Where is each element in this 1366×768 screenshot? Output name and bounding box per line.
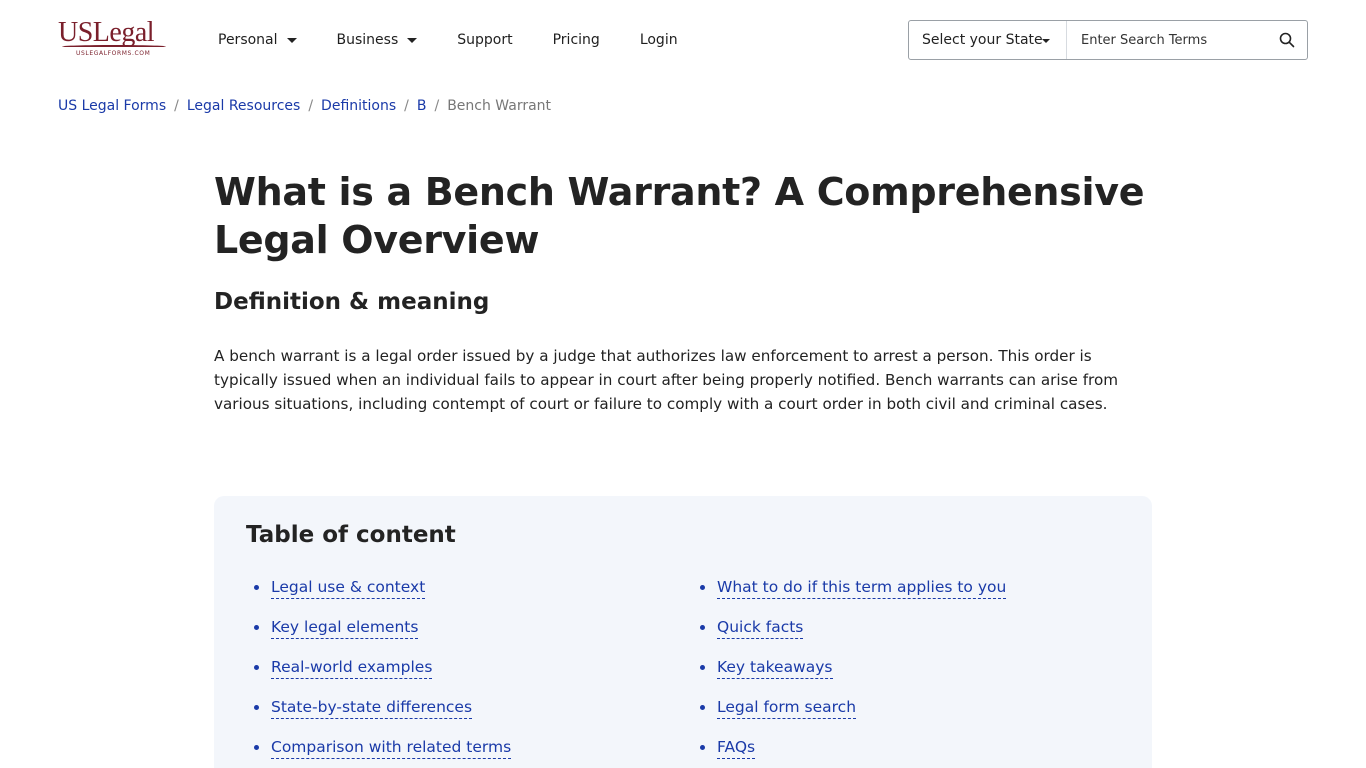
toc-column-left: Legal use & context Key legal elements R… bbox=[254, 576, 512, 768]
bullet-icon bbox=[700, 585, 705, 590]
logo-swoosh bbox=[62, 45, 166, 48]
breadcrumb-current: Bench Warrant bbox=[447, 98, 552, 114]
toc-link[interactable]: Real-world examples bbox=[271, 656, 433, 679]
list-item: Legal use & context bbox=[254, 576, 511, 616]
nav-item-support[interactable]: Support bbox=[457, 32, 512, 48]
breadcrumb-link[interactable]: US Legal Forms bbox=[58, 98, 166, 114]
list-item: Quick facts bbox=[700, 616, 1006, 656]
logo-wordmark: USLegal bbox=[58, 17, 155, 48]
list-item: FAQs bbox=[700, 736, 1006, 768]
list-item: Key legal elements bbox=[254, 616, 511, 656]
toc-link[interactable]: Legal form search bbox=[717, 696, 857, 719]
bullet-icon bbox=[700, 745, 705, 750]
list-item: Legal form search bbox=[700, 696, 1006, 736]
toc-column-right: What to do if this term applies to you Q… bbox=[700, 576, 1007, 768]
caret-down-icon bbox=[1042, 39, 1050, 43]
search-input[interactable] bbox=[1067, 21, 1267, 59]
toc-link[interactable]: Key legal elements bbox=[271, 616, 419, 639]
bullet-icon bbox=[254, 745, 259, 750]
search-bar: Select your State bbox=[908, 20, 1308, 60]
toc-link[interactable]: Comparison with related terms bbox=[271, 736, 512, 759]
section-heading: Definition & meaning bbox=[214, 289, 490, 315]
toc-link[interactable]: Quick facts bbox=[717, 616, 804, 639]
nav-item-label: Pricing bbox=[552, 32, 600, 48]
bullet-icon bbox=[700, 665, 705, 670]
breadcrumb-link[interactable]: B bbox=[417, 98, 427, 114]
bullet-icon bbox=[254, 665, 259, 670]
nav-item-business[interactable]: Business bbox=[337, 32, 418, 48]
bullet-icon bbox=[254, 585, 259, 590]
bullet-icon bbox=[254, 625, 259, 630]
nav-item-label: Login bbox=[639, 32, 678, 48]
nav-item-label: Support bbox=[457, 32, 513, 48]
nav-item-label: Personal bbox=[218, 32, 278, 48]
bullet-icon bbox=[254, 705, 259, 710]
nav-item-personal[interactable]: Personal bbox=[218, 32, 297, 48]
caret-down-icon bbox=[407, 38, 418, 43]
logo-subtext: USLEGALFORMS.COM bbox=[76, 50, 151, 57]
list-item: What to do if this term applies to you bbox=[700, 576, 1007, 616]
nav-item-label: Business bbox=[336, 32, 399, 48]
table-of-content: Table of content Legal use & context Key… bbox=[214, 496, 1152, 768]
bullet-icon bbox=[700, 625, 705, 630]
search-button[interactable] bbox=[1267, 21, 1307, 59]
site-logo[interactable]: USLegal USLEGALFORMS.COM bbox=[58, 18, 170, 62]
main-nav: Personal Business Support Pricing Login bbox=[218, 28, 718, 52]
breadcrumb-separator: / bbox=[174, 98, 179, 114]
toc-link[interactable]: State-by-state differences bbox=[271, 696, 473, 719]
toc-link[interactable]: What to do if this term applies to you bbox=[717, 576, 1007, 599]
definition-paragraph: A bench warrant is a legal order issued … bbox=[214, 347, 1119, 413]
caret-down-icon bbox=[286, 38, 297, 43]
list-item: Key takeaways bbox=[700, 656, 1006, 696]
toc-title: Table of content bbox=[246, 522, 456, 548]
bullet-icon bbox=[700, 705, 705, 710]
page-title: What is a Bench Warrant? A Comprehensive… bbox=[214, 170, 1145, 262]
toc-link[interactable]: FAQs bbox=[717, 736, 756, 759]
breadcrumb: US Legal Forms / Legal Resources / Defin… bbox=[58, 98, 551, 114]
toc-link[interactable]: Key takeaways bbox=[717, 656, 833, 679]
breadcrumb-separator: / bbox=[434, 98, 440, 114]
state-select-label: Select your State bbox=[922, 32, 1043, 48]
toc-link[interactable]: Legal use & context bbox=[271, 576, 426, 599]
state-select[interactable]: Select your State bbox=[909, 21, 1067, 59]
list-item: State-by-state differences bbox=[254, 696, 511, 736]
list-item: Real-world examples bbox=[254, 656, 511, 696]
search-icon bbox=[1279, 32, 1295, 48]
breadcrumb-link[interactable]: Definitions bbox=[321, 98, 396, 114]
nav-item-pricing[interactable]: Pricing bbox=[553, 32, 600, 48]
nav-item-login[interactable]: Login bbox=[640, 32, 678, 48]
list-item: Comparison with related terms bbox=[254, 736, 512, 768]
breadcrumb-link[interactable]: Legal Resources bbox=[187, 98, 300, 114]
breadcrumb-separator: / bbox=[308, 98, 314, 114]
breadcrumb-separator: / bbox=[404, 98, 409, 114]
